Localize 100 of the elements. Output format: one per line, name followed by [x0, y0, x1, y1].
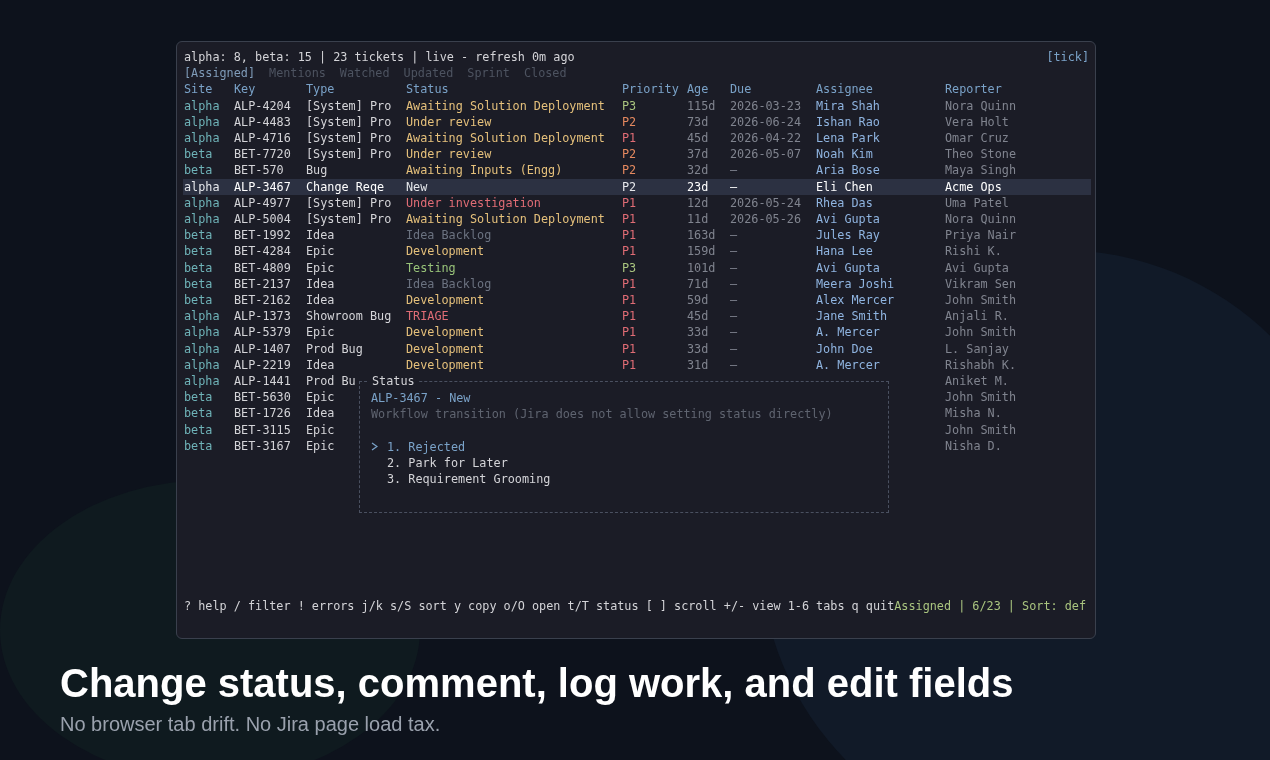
site-cell: beta — [184, 244, 213, 259]
chevron-icon — [371, 442, 378, 452]
ticket-row[interactable]: alpha ALP-3467 Change Reqe New P2 23d – Eli Chen Acme Ops — [183, 178, 1091, 195]
priority-cell: P2 — [622, 114, 637, 129]
dialog-note: Workflow transition (Jira does not allow setting status directly) — [371, 406, 833, 423]
assignee-cell: Aria Bose — [816, 163, 880, 178]
column-header[interactable]: Status — [406, 82, 449, 97]
site-cell: beta — [184, 406, 213, 421]
status-cell: Development — [406, 325, 485, 340]
due-date-cell: – — [730, 276, 738, 291]
ticket-row[interactable]: beta BET-4284 Epic Development P1 159d – Hana Lee Rishi K. — [184, 243, 1093, 260]
key-cell: BET-1992 — [234, 228, 291, 243]
view-tab[interactable]: [Assigned] — [184, 65, 256, 82]
type-cell: Epic — [306, 390, 335, 405]
column-header[interactable]: Age — [687, 82, 709, 97]
type-cell: Epic — [306, 438, 335, 453]
priority-cell: P3 — [622, 98, 637, 113]
priority-cell: P1 — [622, 244, 637, 259]
ticket-row[interactable]: beta BET-4809 Epic Testing P3 101d – Avi Gupta Avi Gupta — [184, 259, 1093, 276]
status-option[interactable]: 3. Requirement Grooming — [371, 471, 551, 488]
tick-indicator: [tick] — [1046, 49, 1089, 66]
key-cell: BET-3115 — [234, 422, 291, 437]
type-cell: [System] Pro — [306, 131, 392, 145]
status-cell: Testing — [406, 260, 456, 275]
status-line: Assigned | 6/23 | Sort: def — [894, 597, 1086, 614]
key-cell: BET-7720 — [234, 147, 291, 162]
column-header[interactable]: Priority — [622, 82, 679, 97]
age-cell: 45d — [687, 309, 709, 324]
key-cell: ALP-4716 — [234, 131, 291, 145]
ticket-row[interactable]: alpha ALP-1373 Showroom Bug TRIAGE P1 45d – Jane Smith Anjali R. — [184, 308, 1093, 325]
ticket-row[interactable]: alpha ALP-2219 Idea Development P1 31d – A. Mercer Rishabh K. — [184, 356, 1093, 374]
ticket-row[interactable]: alpha ALP-5004 [System] Pro Awaiting Solution Deployment P1 11d 2026-05-26 Avi Gupta Nora Quinn — [184, 211, 1093, 228]
ticket-row[interactable]: alpha ALP-5379 Epic Development P1 33d – A. Mercer John Smith — [184, 324, 1093, 341]
reporter-cell: Rishi K. — [945, 244, 1002, 259]
site-cell: beta — [184, 260, 213, 275]
column-header[interactable]: Site — [184, 82, 213, 97]
age-cell: 115d — [687, 98, 716, 113]
key-cell: BET-4284 — [234, 244, 291, 259]
priority-cell: P1 — [622, 131, 637, 145]
due-date-cell: 2026-05-24 — [730, 195, 802, 210]
site-cell: beta — [184, 147, 213, 162]
status-cell: Development — [406, 357, 485, 372]
type-cell: Change Reqe — [306, 179, 385, 194]
ticket-row[interactable]: alpha ALP-1407 Prod Bug Development P1 33d – John Doe L. Sanjay — [184, 340, 1093, 357]
site-cell: alpha — [184, 195, 220, 210]
due-date-cell: – — [730, 341, 738, 356]
column-header[interactable]: Type — [306, 82, 335, 97]
key-help-line: ? help / filter ! errors j/k s/S sort y copy o/O open t/T status [ ] scroll +/- view 1-6 tabs q quit — [184, 597, 895, 614]
type-cell: [System] Pro — [306, 147, 392, 162]
ticket-row[interactable]: alpha ALP-4716 [System] Pro Awaiting Solution Deployment P1 45d 2026-04-22 Lena Park Omar Cruz — [184, 130, 1093, 147]
key-cell: BET-2137 — [234, 276, 291, 291]
ticket-row[interactable]: beta BET-7720 [System] Pro Under review P2 37d 2026-05-07 Noah Kim Theo Stone — [184, 146, 1093, 163]
type-cell: Bug — [306, 163, 328, 178]
due-date-cell: – — [730, 228, 738, 243]
status-cell: Awaiting Solution Deployment — [406, 212, 605, 227]
site-cell: beta — [184, 293, 213, 308]
key-cell: ALP-1407 — [234, 341, 291, 356]
status-option[interactable]: 2. Park for Later — [371, 454, 508, 471]
assignee-cell: Mira Shah — [816, 98, 880, 113]
priority-cell: P1 — [622, 309, 637, 324]
type-cell: Idea — [306, 293, 335, 308]
assignee-cell: Avi Gupta — [816, 212, 880, 227]
status-cell: Awaiting Solution Deployment — [406, 98, 605, 113]
status-cell: Under review — [406, 114, 492, 129]
age-cell: 101d — [687, 260, 716, 275]
ticket-row[interactable]: beta BET-1992 Idea Idea Backlog P1 163d – Jules Ray Priya Nair — [184, 227, 1093, 244]
type-cell: Epic — [306, 260, 335, 275]
assignee-cell: Alex Mercer — [816, 293, 895, 308]
age-cell: 32d — [687, 163, 709, 178]
status-cell: TRIAGE — [406, 309, 449, 324]
key-cell: ALP-1441 — [234, 374, 291, 389]
age-cell: 33d — [687, 341, 709, 356]
ticket-row[interactable]: beta BET-2137 Idea Idea Backlog P1 71d – Meera Joshi Vikram Sen — [184, 275, 1093, 293]
ticket-row[interactable]: beta BET-2162 Idea Development P1 59d – Alex Mercer John Smith — [184, 292, 1093, 309]
ticket-row[interactable]: alpha ALP-4977 [System] Pro Under investigation P1 12d 2026-05-24 Rhea Das Uma Patel — [184, 194, 1093, 212]
priority-cell: P1 — [622, 341, 637, 356]
status-cell: Awaiting Inputs (Engg) — [406, 163, 563, 178]
ticket-row[interactable]: alpha ALP-4483 [System] Pro Under review P2 73d 2026-06-24 Ishan Rao Vera Holt — [184, 113, 1093, 130]
key-cell: BET-1726 — [234, 406, 291, 421]
column-header[interactable]: Reporter — [945, 82, 1002, 97]
status-option[interactable]: 1. Rejected — [371, 438, 466, 455]
site-cell: beta — [184, 228, 213, 243]
due-date-cell: – — [730, 325, 738, 340]
reporter-cell: Nora Quinn — [945, 212, 1017, 227]
key-cell: BET-3167 — [234, 438, 291, 453]
reporter-cell: Vera Holt — [945, 114, 1009, 129]
key-cell: ALP-2219 — [234, 357, 291, 372]
column-header[interactable]: Due — [730, 82, 752, 97]
site-cell: alpha — [184, 357, 220, 372]
age-cell: 71d — [687, 276, 709, 291]
column-header[interactable]: Assignee — [816, 82, 873, 97]
column-header[interactable]: Key — [234, 82, 256, 97]
ticket-row[interactable]: beta BET-570 Bug Awaiting Inputs (Engg) P2 32d – Aria Bose Maya Singh — [184, 162, 1093, 179]
site-cell: alpha — [184, 179, 220, 194]
due-date-cell: – — [730, 293, 738, 308]
key-cell: BET-5630 — [234, 390, 291, 405]
type-cell: Idea — [306, 276, 335, 291]
reporter-cell: Anjali R. — [945, 309, 1009, 324]
site-cell: beta — [184, 422, 213, 437]
ticket-row[interactable]: alpha ALP-4204 [System] Pro Awaiting Solution Deployment P3 115d 2026-03-23 Mira Shah Nora Quinn — [184, 97, 1093, 114]
